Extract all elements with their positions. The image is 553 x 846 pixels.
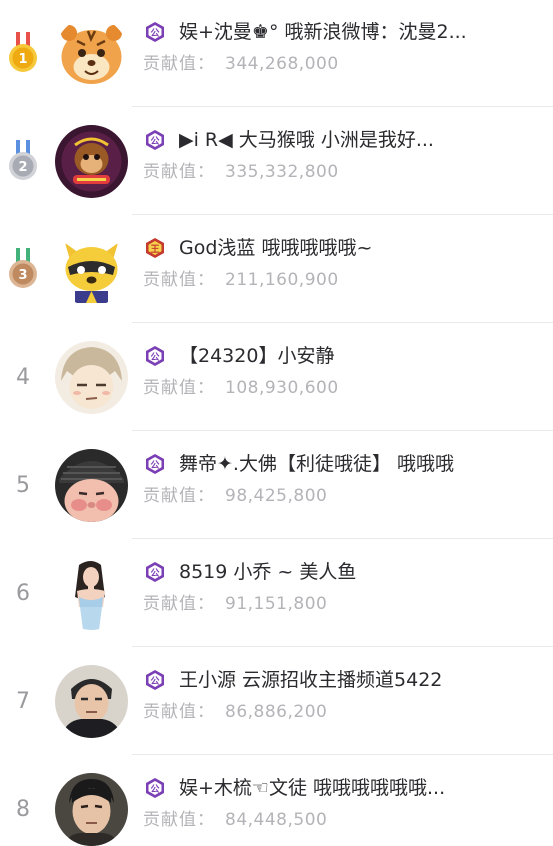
contribution-line: 贡献值： 86,886,200	[143, 701, 327, 723]
guild-badge-icon: 公	[146, 346, 164, 366]
contribution-label: 贡献值：	[143, 270, 215, 290]
svg-text:公: 公	[150, 676, 159, 687]
svg-text:公: 公	[150, 568, 159, 579]
raccoon-avatar[interactable]	[55, 232, 128, 306]
leaderboard-row-5[interactable]: 5 公 舞帝✦.大佛【利徒哦徒】 哦哦哦 贡献值： 98,425,800	[0, 432, 553, 539]
row-divider	[132, 106, 553, 107]
leaderboard-row-4[interactable]: 4 公 【24320】小安静 贡献值： 108,930,600	[0, 324, 553, 431]
gold-medal-icon: 1	[9, 31, 37, 72]
row-divider	[132, 646, 553, 647]
contribution-line: 贡献值： 211,160,900	[143, 269, 339, 291]
bronze-medal-icon: 3	[9, 247, 37, 288]
guild-badge-icon: 公	[146, 562, 164, 582]
svg-text:公: 公	[150, 352, 159, 363]
medal-rank: 2	[18, 160, 27, 175]
contribution-label: 贡献值：	[143, 702, 215, 722]
contribution-label: 贡献值：	[143, 162, 215, 182]
user-name: God浅蓝 哦哦哦哦哦~	[179, 237, 373, 259]
row-divider	[132, 754, 553, 755]
contribution-leaderboard: 1 公 娱+沈曼♚° 哦新浪微博：沈曼2... 贡献值： 344,268,000…	[0, 0, 553, 846]
contribution-line: 贡献值： 108,930,600	[143, 377, 339, 399]
svg-text:王: 王	[150, 244, 159, 255]
user-name: 8519 小乔 ~ 美人鱼	[179, 561, 357, 583]
contribution-label: 贡献值：	[143, 486, 215, 506]
rank-number: 7	[16, 689, 30, 714]
girl-avatar[interactable]	[55, 556, 128, 630]
svg-text:公: 公	[150, 136, 159, 147]
guild-badge-icon: 公	[146, 454, 164, 474]
leaderboard-row-7[interactable]: 7 公 王小源 云源招收主播频道5422 贡献值： 86,886,200	[0, 648, 553, 755]
leaderboard-row-8[interactable]: 8 公 娱+木梳☜文徒 哦哦哦哦哦哦... 贡献值： 84,448,500	[0, 756, 553, 846]
guild-badge-icon: 公	[146, 22, 164, 42]
user-name: 王小源 云源招收主播频道5422	[179, 669, 443, 691]
guild-badge-icon: 公	[146, 778, 164, 798]
contribution-value: 335,332,800	[225, 162, 339, 182]
contribution-line: 贡献值： 84,448,500	[143, 809, 327, 831]
rank-number: 8	[16, 797, 30, 822]
monkey-avatar[interactable]	[55, 124, 128, 198]
medal-rank: 3	[18, 268, 27, 283]
contribution-line: 贡献值： 344,268,000	[143, 53, 339, 75]
contribution-value: 344,268,000	[225, 54, 339, 74]
man-portrait-avatar[interactable]	[55, 772, 128, 846]
user-name: ▶i R◀ 大马猴哦 小洲是我好...	[179, 129, 434, 151]
user-name: 娱+木梳☜文徒 哦哦哦哦哦哦...	[179, 777, 446, 799]
rank-number: 6	[16, 581, 30, 606]
king-badge-icon: 王	[146, 238, 164, 258]
rank-number: 4	[16, 365, 30, 390]
user-name: 舞帝✦.大佛【利徒哦徒】 哦哦哦	[179, 453, 454, 475]
contribution-value: 108,930,600	[225, 378, 339, 398]
tiger-avatar[interactable]	[55, 16, 128, 90]
contribution-label: 贡献值：	[143, 54, 215, 74]
contribution-value: 86,886,200	[225, 702, 328, 722]
leaderboard-row-6[interactable]: 6 公 8519 小乔 ~ 美人鱼 贡献值： 91,151,800	[0, 540, 553, 647]
contribution-line: 贡献值： 91,151,800	[143, 593, 327, 615]
man-avatar[interactable]	[55, 664, 128, 738]
contribution-value: 84,448,500	[225, 810, 328, 830]
contribution-value: 91,151,800	[225, 594, 328, 614]
contribution-value: 211,160,900	[225, 270, 339, 290]
face-hat-avatar[interactable]	[55, 448, 128, 522]
row-divider	[132, 214, 553, 215]
row-divider	[132, 538, 553, 539]
leaderboard-row-1[interactable]: 1 公 娱+沈曼♚° 哦新浪微博：沈曼2... 贡献值： 344,268,000	[0, 0, 553, 107]
svg-text:公: 公	[150, 784, 159, 795]
contribution-line: 贡献值： 98,425,800	[143, 485, 327, 507]
contribution-label: 贡献值：	[143, 594, 215, 614]
svg-text:公: 公	[150, 28, 159, 39]
user-name: 娱+沈曼♚° 哦新浪微博：沈曼2...	[179, 21, 467, 43]
leaderboard-row-3[interactable]: 3 王 God浅蓝 哦哦哦哦哦~ 贡献值： 211,160,900	[0, 216, 553, 323]
user-name: 【24320】小安静	[179, 345, 335, 367]
anime-avatar[interactable]	[55, 340, 128, 414]
contribution-line: 贡献值： 335,332,800	[143, 161, 339, 183]
row-divider	[132, 322, 553, 323]
medal-rank: 1	[18, 52, 27, 67]
leaderboard-row-2[interactable]: 2 公 ▶i R◀ 大马猴哦 小洲是我好... 贡献值： 335,332,800	[0, 108, 553, 215]
row-divider	[132, 430, 553, 431]
svg-text:公: 公	[150, 460, 159, 471]
guild-badge-icon: 公	[146, 670, 164, 690]
contribution-label: 贡献值：	[143, 378, 215, 398]
guild-badge-icon: 公	[146, 130, 164, 150]
contribution-value: 98,425,800	[225, 486, 328, 506]
rank-number: 5	[16, 473, 30, 498]
silver-medal-icon: 2	[9, 139, 37, 180]
contribution-label: 贡献值：	[143, 810, 215, 830]
